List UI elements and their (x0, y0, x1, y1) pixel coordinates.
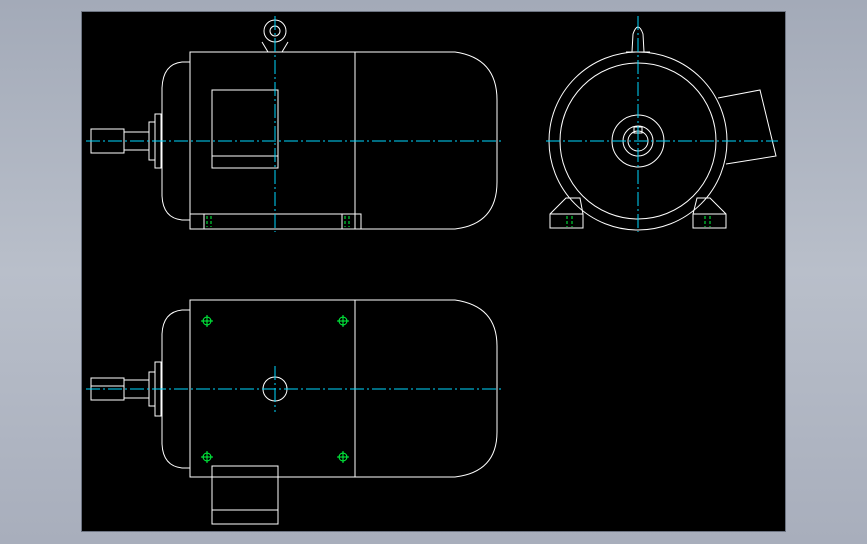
mounting-hole-top-right (337, 315, 349, 327)
end-view (548, 26, 777, 231)
cad-viewport[interactable] (82, 12, 785, 531)
top-terminal-box (211, 465, 279, 525)
mounting-hole-bottom-right (337, 451, 349, 463)
motor-drawing (86, 16, 778, 525)
front-foot-bolt-markers (206, 216, 711, 227)
top-view (90, 299, 498, 525)
mounting-hole-top-left (201, 315, 213, 327)
mounting-hole-bottom-left (201, 451, 213, 463)
front-view (90, 19, 498, 230)
